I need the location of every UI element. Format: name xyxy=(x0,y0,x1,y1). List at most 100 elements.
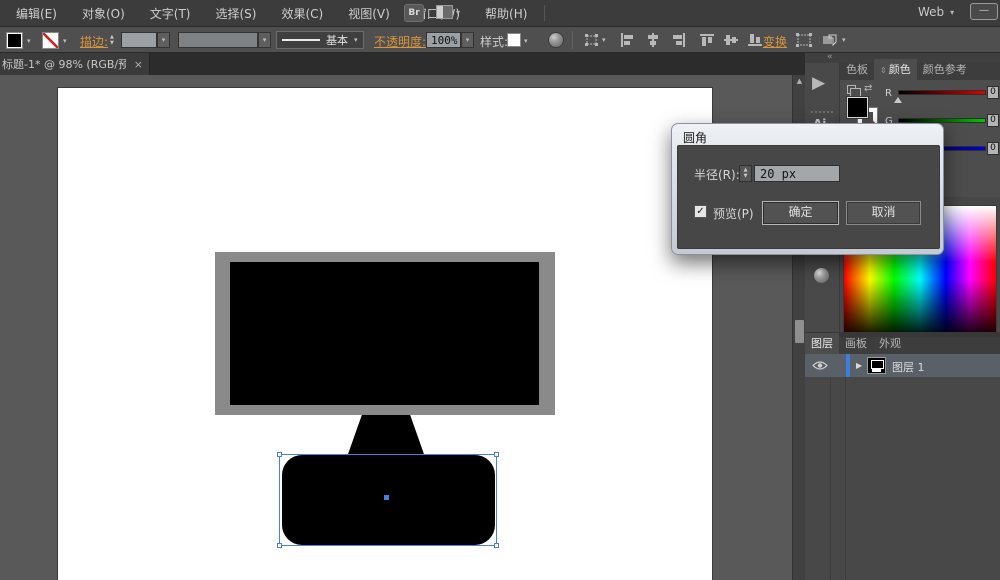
ok-button[interactable]: 确定 xyxy=(762,201,839,225)
align-vertical-top-button[interactable] xyxy=(700,33,714,47)
green-value-box[interactable]: 0 xyxy=(987,114,999,127)
control-bar: ▾ ▾ 描边: ▲ ▼ ▾ ▾ 基本 ▾ 不透明度: 100% ▾ 样式: ▾ xyxy=(0,27,1000,53)
selection-handle-top-right[interactable] xyxy=(494,452,499,457)
swap-fill-stroke-icon[interactable]: ⇄ xyxy=(864,83,872,94)
isolate-object-button[interactable]: ▾ xyxy=(822,33,846,47)
stroke-weight-dropdown[interactable]: ▾ xyxy=(157,32,170,48)
fill-proxy-swatch[interactable] xyxy=(847,97,868,118)
chevron-down-icon: ▾ xyxy=(161,36,166,44)
menu-effect[interactable]: 效果(C) xyxy=(272,1,332,26)
align-horizontal-right-button[interactable] xyxy=(672,33,686,47)
layers-panel-tabs: 图层 画板 外观 xyxy=(805,333,1000,354)
transform-panel-link[interactable]: 变换 xyxy=(763,33,787,50)
basic-brush-line-icon xyxy=(282,39,320,41)
selection-handle-bottom-left[interactable] xyxy=(277,543,282,548)
layer-selection-bar xyxy=(846,354,850,377)
selection-handle-bottom-right[interactable] xyxy=(494,543,499,548)
radius-input[interactable]: 20 px xyxy=(754,165,840,182)
stepper-down-icon[interactable]: ▼ xyxy=(744,174,748,179)
layer-row[interactable]: ▶ 图层 1 xyxy=(805,354,1000,377)
opacity-panel-link[interactable]: 不透明度: xyxy=(374,33,426,50)
chevron-down-icon: ▾ xyxy=(842,36,846,44)
tab-appearance[interactable]: 外观 xyxy=(873,333,907,354)
style-swatch[interactable] xyxy=(507,33,521,47)
red-value-box[interactable]: 0 xyxy=(987,86,999,99)
width-profile-dropdown[interactable]: ▾ xyxy=(258,32,271,48)
recolor-artwork-button[interactable] xyxy=(548,32,564,48)
opacity-field[interactable]: 100% xyxy=(426,32,461,48)
align-horizontal-center-button[interactable] xyxy=(646,33,660,47)
align-objects-icon xyxy=(585,34,598,46)
color-panel-tabs: 色板 ⇕ 颜色 颜色参考 xyxy=(840,59,1000,80)
menu-object[interactable]: 对象(O) xyxy=(73,1,134,26)
opacity-dropdown[interactable]: ▾ xyxy=(461,32,474,48)
cancel-button[interactable]: 取消 xyxy=(846,201,921,225)
chevron-down-icon: ▾ xyxy=(950,7,955,17)
align-flyout-button[interactable]: ▾ xyxy=(584,33,606,47)
collapse-panels-icon[interactable]: « xyxy=(827,52,833,62)
menu-edit[interactable]: 编辑(E) xyxy=(7,1,66,26)
width-profile-select[interactable] xyxy=(178,32,258,48)
selection-center-anchor[interactable] xyxy=(384,495,389,500)
minimize-button[interactable]: — xyxy=(970,3,998,20)
document-tab[interactable]: 标题-1* @ 98% (RGB/预览) × xyxy=(0,53,150,75)
stepper-down-icon[interactable]: ▼ xyxy=(110,40,114,46)
panel-cycle-icon[interactable]: ⇕ xyxy=(880,66,887,75)
tab-swatches[interactable]: 色板 xyxy=(840,59,874,80)
close-icon[interactable]: × xyxy=(134,58,143,71)
dialog-body: 半径(R): ▲ ▼ 20 px ✓ 预览(P) 确定 取消 xyxy=(677,145,940,249)
style-label: 样式: xyxy=(480,35,509,49)
brush-definition-select[interactable]: 基本 ▾ xyxy=(276,31,364,49)
stroke-weight-stepper[interactable]: ▲ ▼ xyxy=(110,32,114,48)
align-vertical-center-button[interactable] xyxy=(724,33,738,47)
blue-value-box[interactable]: 0 xyxy=(987,142,999,155)
preview-checkbox[interactable]: ✓ xyxy=(694,205,707,218)
red-slider-label: R xyxy=(885,88,892,99)
menu-help[interactable]: 帮助(H) xyxy=(476,1,536,26)
stroke-dropdown-icon[interactable]: ▾ xyxy=(63,37,67,45)
sphere-panel-icon[interactable] xyxy=(814,268,829,283)
bounding-box-icon[interactable] xyxy=(796,33,812,47)
scrollbar-thumb[interactable] xyxy=(795,320,804,343)
tab-color[interactable]: ⇕ 颜色 xyxy=(874,59,917,80)
menu-view[interactable]: 视图(V) xyxy=(339,1,399,26)
layer-thumbnail[interactable] xyxy=(867,357,886,374)
stroke-color-swatch[interactable] xyxy=(42,32,59,49)
align-horizontal-left-button[interactable] xyxy=(620,33,634,47)
layers-column-divider xyxy=(845,354,846,580)
layer-name[interactable]: 图层 1 xyxy=(892,359,925,375)
menu-select[interactable]: 选择(S) xyxy=(206,1,265,26)
radius-stepper[interactable]: ▲ ▼ xyxy=(739,165,752,182)
chevron-down-icon: ▾ xyxy=(602,36,606,44)
bridge-button[interactable]: Br xyxy=(404,4,424,22)
selection-handle-top-left[interactable] xyxy=(277,452,282,457)
layout-grid-icon xyxy=(436,5,453,19)
rounded-corners-dialog[interactable]: 圆角 半径(R): ▲ ▼ 20 px ✓ 预览(P) 确定 取消 xyxy=(671,123,944,255)
document-layout-switcher[interactable]: ▾ xyxy=(436,5,460,19)
duplicate-swatch-icon[interactable] xyxy=(847,85,861,99)
panel-grip-icon xyxy=(811,111,833,113)
selection-bounding-box[interactable] xyxy=(277,452,499,548)
brush-definition-label: 基本 xyxy=(326,34,348,47)
red-slider-track[interactable] xyxy=(898,90,986,95)
chevron-down-icon: ▾ xyxy=(456,7,461,17)
monitor-screen-shape[interactable] xyxy=(230,262,539,405)
menu-type[interactable]: 文字(T) xyxy=(141,1,200,26)
fill-color-swatch[interactable] xyxy=(6,32,23,49)
panel-expand-arrow-icon[interactable]: ▶ xyxy=(812,75,825,92)
style-dropdown-icon[interactable]: ▾ xyxy=(524,37,528,45)
layer-disclosure-icon[interactable]: ▶ xyxy=(856,361,862,370)
stepper-up-icon[interactable]: ▲ xyxy=(110,34,114,40)
fill-dropdown-icon[interactable]: ▾ xyxy=(27,37,31,45)
tab-layers[interactable]: 图层 xyxy=(805,333,839,354)
tab-artboards[interactable]: 画板 xyxy=(839,333,873,354)
visibility-eye-icon[interactable] xyxy=(812,360,828,371)
stroke-panel-link[interactable]: 描边: xyxy=(80,33,108,50)
layers-panel-group: 图层 画板 外观 ▶ 图层 1 xyxy=(805,332,1000,580)
tab-color-guide[interactable]: 颜色参考 xyxy=(917,59,973,80)
red-slider-handle[interactable] xyxy=(894,97,902,103)
dialog-title: 圆角 xyxy=(683,131,708,145)
align-vertical-bottom-button[interactable] xyxy=(748,33,762,47)
workspace-switcher[interactable]: Web ▾ xyxy=(918,5,954,19)
stroke-weight-field[interactable] xyxy=(121,32,157,48)
